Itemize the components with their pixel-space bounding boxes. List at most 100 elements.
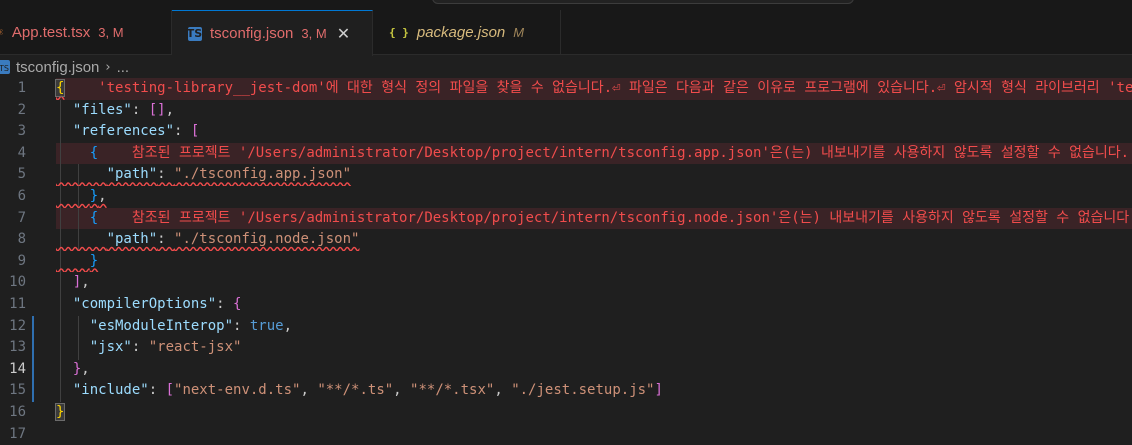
brace: { [89, 209, 99, 226]
line-number: 9 [17, 252, 26, 269]
comma: , [81, 360, 90, 377]
colon: : [174, 123, 191, 140]
code-line: 3 "references": [ [0, 121, 1132, 143]
json-value: "next-env.d.ts" [174, 382, 301, 399]
code-line: 1 { 'testing-library__jest-dom'에 대한 형식 정… [0, 78, 1132, 100]
line-number: 10 [9, 274, 26, 291]
problem-badge: 3, M [301, 26, 327, 41]
title-bar [0, 0, 1132, 10]
json-value: "./jest.setup.js" [511, 382, 655, 399]
comma: , [81, 274, 90, 291]
brace: } [89, 188, 99, 204]
breadcrumb-file[interactable]: tsconfig.json [16, 59, 99, 76]
json-value: "./tsconfig.app.json" [174, 166, 352, 183]
json-key: "jsx" [89, 339, 132, 356]
json-value: "**/*.ts" [317, 382, 394, 399]
json-key: "esModuleInterop" [89, 317, 234, 334]
modified-badge: M [513, 25, 525, 40]
brace: { [89, 144, 99, 161]
inline-error-message: 참조된 프로젝트 '/Users/administrator/Desktop/p… [98, 144, 1130, 161]
json-key: "compilerOptions" [72, 296, 217, 312]
json-key: "references" [72, 123, 175, 140]
line-number: 15 [9, 382, 26, 399]
json-key: "path" [106, 231, 158, 248]
brace: } [54, 403, 66, 421]
line-number: 14 [9, 360, 26, 377]
colon: : [131, 101, 149, 118]
code-line: 11 "compilerOptions": { [0, 294, 1132, 316]
json-key: "path" [106, 166, 158, 183]
code-line: 13 "jsx": "react-jsx" [0, 337, 1132, 359]
json-value: "**/*.tsx" [410, 382, 495, 399]
code-editor[interactable]: 1 { 'testing-library__jest-dom'에 대한 형식 정… [0, 78, 1132, 445]
close-icon[interactable]: ✕ [337, 24, 350, 44]
tab-bar: ⚛ App.test.tsx 3, M TS tsconfig.json 3, … [0, 10, 1132, 56]
json-key: "include" [72, 382, 149, 399]
line-number: 4 [17, 144, 26, 161]
tab-label: App.test.tsx [11, 24, 91, 41]
line-number: 12 [9, 317, 26, 334]
code-line: 6 }, [0, 186, 1132, 208]
comma: , [165, 101, 175, 118]
line-number: 11 [9, 296, 26, 312]
code-line: 2 "files": [], [0, 100, 1132, 122]
colon: : [148, 382, 166, 399]
json-value: [] [148, 101, 166, 118]
line-number: 7 [17, 209, 26, 226]
code-line: 17 [0, 424, 1132, 445]
code-line: 5 "path": "./tsconfig.app.json" [0, 164, 1132, 186]
colon: : [216, 296, 234, 312]
command-center[interactable] [432, 0, 854, 4]
colon: : [157, 231, 175, 248]
brace: { [233, 296, 242, 312]
tab-label: package.json [416, 24, 506, 41]
bracket: ] [654, 382, 663, 399]
bracket: [ [165, 382, 175, 399]
code-line: 15 "include": ["next-env.d.ts", "**/*.ts… [0, 380, 1132, 402]
json-value: "./tsconfig.node.json" [174, 231, 360, 248]
line-number: 13 [9, 339, 26, 356]
chevron-right-icon: › [105, 59, 111, 75]
brace: } [89, 252, 99, 269]
line-number: 8 [17, 231, 26, 248]
breadcrumb-symbols[interactable]: ... [117, 59, 130, 76]
problem-badge: 3, M [98, 25, 124, 40]
colon: : [131, 339, 149, 356]
line-number: 1 [17, 80, 26, 96]
code-line: 10 ], [0, 272, 1132, 294]
code-line: 4 { 참조된 프로젝트 '/Users/administrator/Deskt… [0, 143, 1132, 165]
inline-error-message: 'testing-library__jest-dom'에 대한 형식 정의 파일… [98, 80, 1132, 96]
code-line: 16 } [0, 402, 1132, 424]
comma: , [300, 382, 318, 399]
comma: , [393, 382, 411, 399]
line-number: 3 [17, 123, 26, 140]
code-line: 9 } [0, 251, 1132, 273]
typescript-icon: TS [0, 60, 10, 74]
code-line: 14 }, [0, 359, 1132, 381]
tab-app-test-tsx[interactable]: ⚛ App.test.tsx 3, M [0, 10, 172, 55]
json-key: "files" [72, 101, 132, 118]
json-value: true [249, 317, 284, 334]
code-line: 7 { 참조된 프로젝트 '/Users/administrator/Deskt… [0, 208, 1132, 230]
tab-package-json[interactable]: { } package.json M [373, 10, 561, 55]
colon: : [157, 166, 175, 183]
line-number: 2 [17, 101, 26, 118]
inline-error-message: 참조된 프로젝트 '/Users/administrator/Desktop/p… [98, 209, 1132, 226]
react-icon: ⚛ [0, 26, 4, 39]
line-number: 17 [9, 425, 26, 442]
code-line: 12 "esModuleInterop": true, [0, 316, 1132, 338]
json-icon: { } [389, 26, 409, 39]
tab-label: tsconfig.json [210, 25, 294, 42]
comma: , [283, 317, 293, 334]
line-number: 5 [17, 166, 26, 183]
line-number: 16 [9, 404, 26, 420]
line-number: 6 [17, 188, 26, 204]
bracket: [ [190, 123, 200, 140]
code-line: 8 "path": "./tsconfig.node.json" [0, 229, 1132, 251]
comma: , [494, 382, 512, 399]
tab-tsconfig-json[interactable]: TS tsconfig.json 3, M ✕ [172, 10, 373, 56]
breadcrumb: TS tsconfig.json › ... [0, 56, 129, 78]
comma: , [98, 188, 107, 204]
colon: : [233, 317, 250, 334]
json-value: "react-jsx" [148, 339, 242, 356]
